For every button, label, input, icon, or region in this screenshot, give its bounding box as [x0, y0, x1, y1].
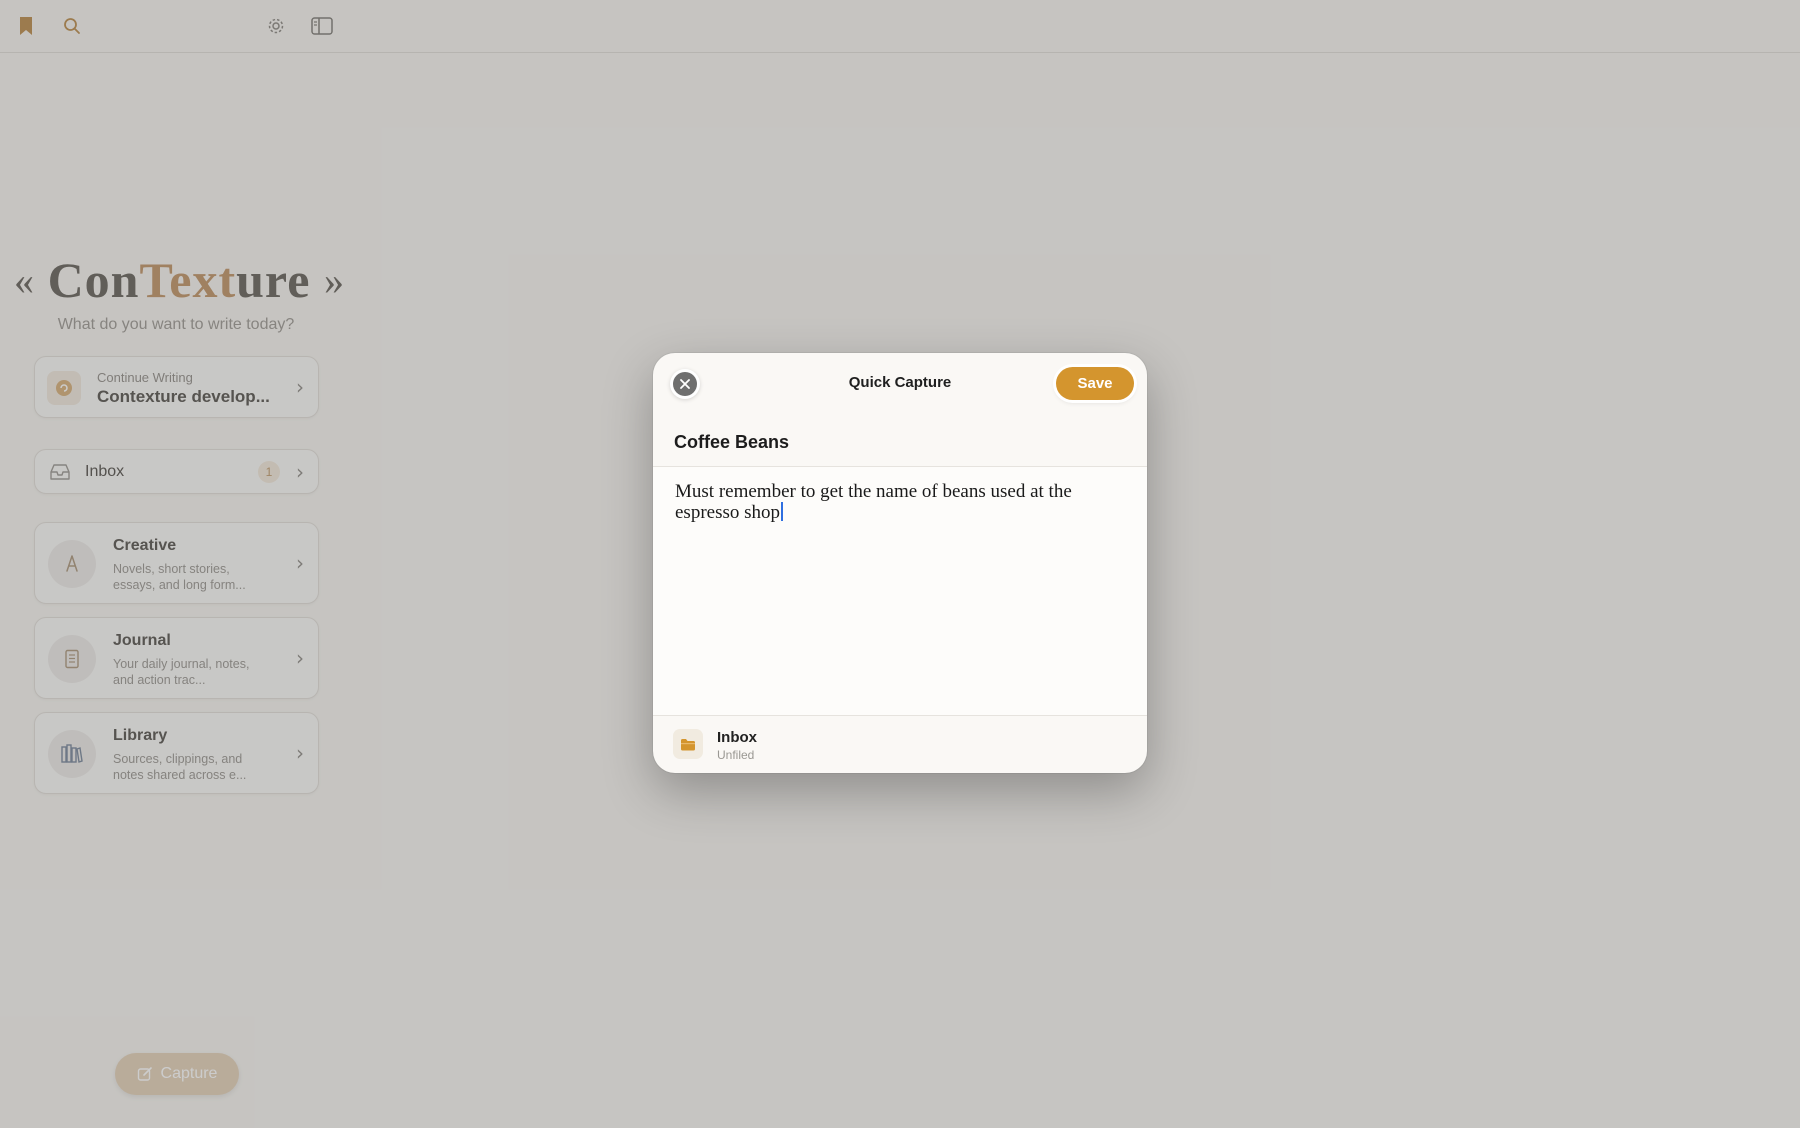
- destination-picker[interactable]: Inbox Unfiled: [673, 727, 973, 762]
- divider: [653, 715, 1147, 716]
- destination-name: Inbox: [717, 729, 757, 746]
- note-body-text[interactable]: Must remember to get the name of beans u…: [675, 481, 1120, 523]
- note-body-editor[interactable]: Must remember to get the name of beans u…: [653, 467, 1147, 715]
- save-button[interactable]: Save: [1056, 367, 1134, 400]
- quick-capture-dialog: Quick Capture Save Coffee Beans Must rem…: [653, 353, 1147, 773]
- folder-icon: [673, 729, 703, 759]
- note-body-content: Must remember to get the name of beans u…: [675, 481, 1072, 523]
- destination-subtitle: Unfiled: [717, 748, 755, 762]
- text-caret: [781, 502, 784, 521]
- note-title-field[interactable]: Coffee Beans: [674, 432, 789, 453]
